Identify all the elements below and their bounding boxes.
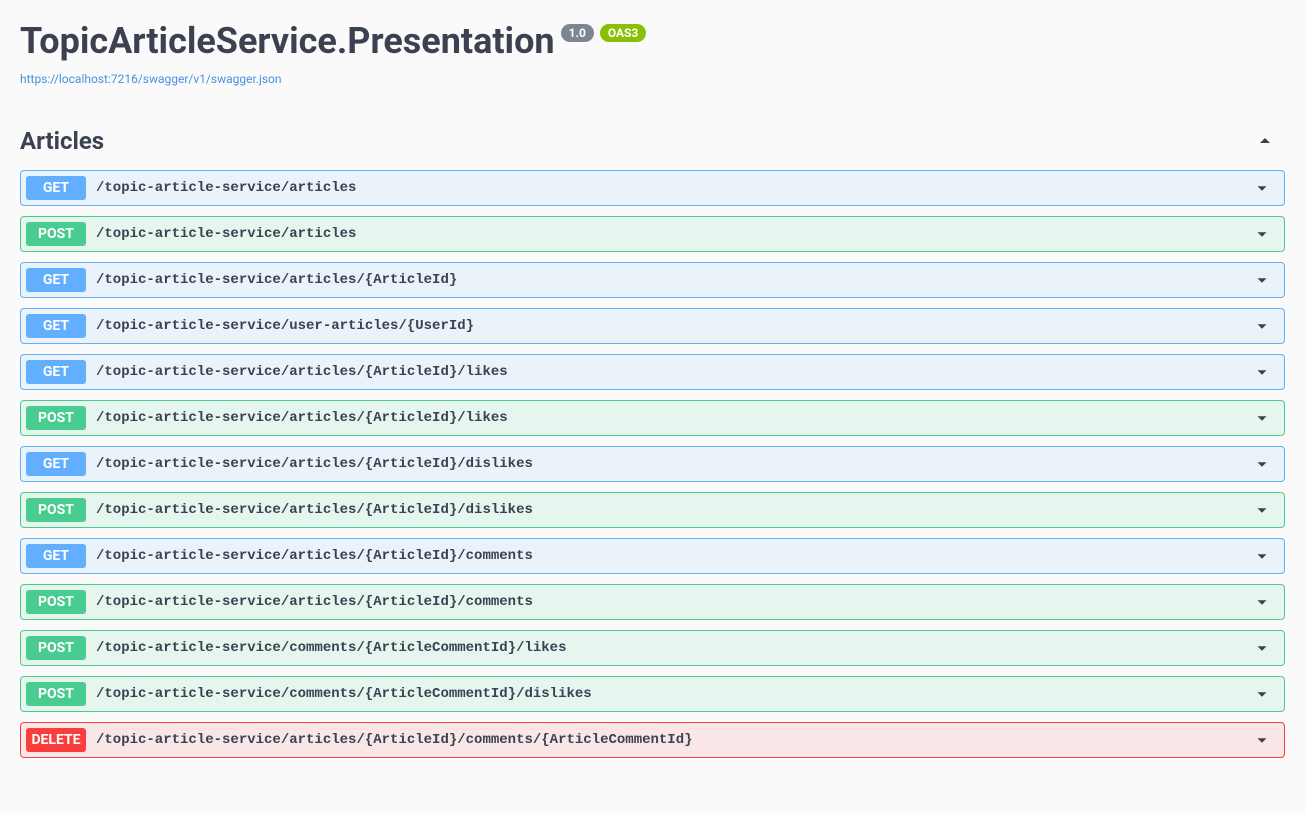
version-badge: 1.0 <box>561 24 594 42</box>
method-badge: POST <box>26 636 86 660</box>
chevron-down-icon <box>1253 225 1271 243</box>
operation-row[interactable]: POST/topic-article-service/comments/{Art… <box>20 630 1285 666</box>
operation-path: /topic-article-service/articles/{Article… <box>96 548 1253 564</box>
operation-path: /topic-article-service/comments/{Article… <box>96 686 1253 702</box>
chevron-down-icon <box>1253 731 1271 749</box>
chevron-down-icon <box>1253 501 1271 519</box>
operation-row[interactable]: POST/topic-article-service/articles/{Art… <box>20 584 1285 620</box>
operation-row[interactable]: GET/topic-article-service/user-articles/… <box>20 308 1285 344</box>
section-articles-header[interactable]: Articles <box>20 117 1285 165</box>
operation-row[interactable]: GET/topic-article-service/articles/{Arti… <box>20 354 1285 390</box>
api-header: TopicArticleService.Presentation 1.0 OAS… <box>20 20 1285 87</box>
operation-row[interactable]: POST/topic-article-service/articles/{Art… <box>20 400 1285 436</box>
operation-row[interactable]: POST/topic-article-service/articles <box>20 216 1285 252</box>
operations-list: GET/topic-article-service/articlesPOST/t… <box>20 170 1285 758</box>
section-title: Articles <box>20 127 104 155</box>
method-badge: POST <box>26 406 86 430</box>
spec-url-link[interactable]: https://localhost:7216/swagger/v1/swagge… <box>20 72 282 86</box>
chevron-down-icon <box>1253 179 1271 197</box>
operation-path: /topic-article-service/articles <box>96 180 1253 196</box>
method-badge: GET <box>26 314 86 338</box>
operation-path: /topic-article-service/comments/{Article… <box>96 640 1253 656</box>
chevron-down-icon <box>1253 363 1271 381</box>
chevron-up-icon <box>1255 131 1275 151</box>
chevron-down-icon <box>1253 271 1271 289</box>
method-badge: GET <box>26 360 86 384</box>
chevron-down-icon <box>1253 317 1271 335</box>
chevron-down-icon <box>1253 685 1271 703</box>
operation-path: /topic-article-service/articles/{Article… <box>96 410 1253 426</box>
operation-row[interactable]: DELETE/topic-article-service/articles/{A… <box>20 722 1285 758</box>
method-badge: GET <box>26 544 86 568</box>
chevron-down-icon <box>1253 409 1271 427</box>
oas-badge: OAS3 <box>600 24 647 42</box>
operation-row[interactable]: GET/topic-article-service/articles/{Arti… <box>20 446 1285 482</box>
chevron-down-icon <box>1253 593 1271 611</box>
method-badge: GET <box>26 452 86 476</box>
chevron-down-icon <box>1253 547 1271 565</box>
operation-path: /topic-article-service/articles/{Article… <box>96 364 1253 380</box>
chevron-down-icon <box>1253 639 1271 657</box>
method-badge: POST <box>26 590 86 614</box>
method-badge: GET <box>26 268 86 292</box>
title-row: TopicArticleService.Presentation 1.0 OAS… <box>20 20 1285 62</box>
operation-path: /topic-article-service/articles/{Article… <box>96 456 1253 472</box>
chevron-down-icon <box>1253 455 1271 473</box>
operation-row[interactable]: GET/topic-article-service/articles/{Arti… <box>20 262 1285 298</box>
method-badge: DELETE <box>26 728 86 752</box>
operation-row[interactable]: GET/topic-article-service/articles/{Arti… <box>20 538 1285 574</box>
operation-path: /topic-article-service/articles <box>96 226 1253 242</box>
operation-path: /topic-article-service/articles/{Article… <box>96 732 1253 748</box>
method-badge: POST <box>26 498 86 522</box>
method-badge: POST <box>26 222 86 246</box>
operation-row[interactable]: GET/topic-article-service/articles <box>20 170 1285 206</box>
operation-path: /topic-article-service/user-articles/{Us… <box>96 318 1253 334</box>
method-badge: GET <box>26 176 86 200</box>
operation-path: /topic-article-service/articles/{Article… <box>96 272 1253 288</box>
operation-path: /topic-article-service/articles/{Article… <box>96 594 1253 610</box>
operation-row[interactable]: POST/topic-article-service/comments/{Art… <box>20 676 1285 712</box>
api-title: TopicArticleService.Presentation <box>20 20 555 62</box>
method-badge: POST <box>26 682 86 706</box>
operation-row[interactable]: POST/topic-article-service/articles/{Art… <box>20 492 1285 528</box>
operation-path: /topic-article-service/articles/{Article… <box>96 502 1253 518</box>
